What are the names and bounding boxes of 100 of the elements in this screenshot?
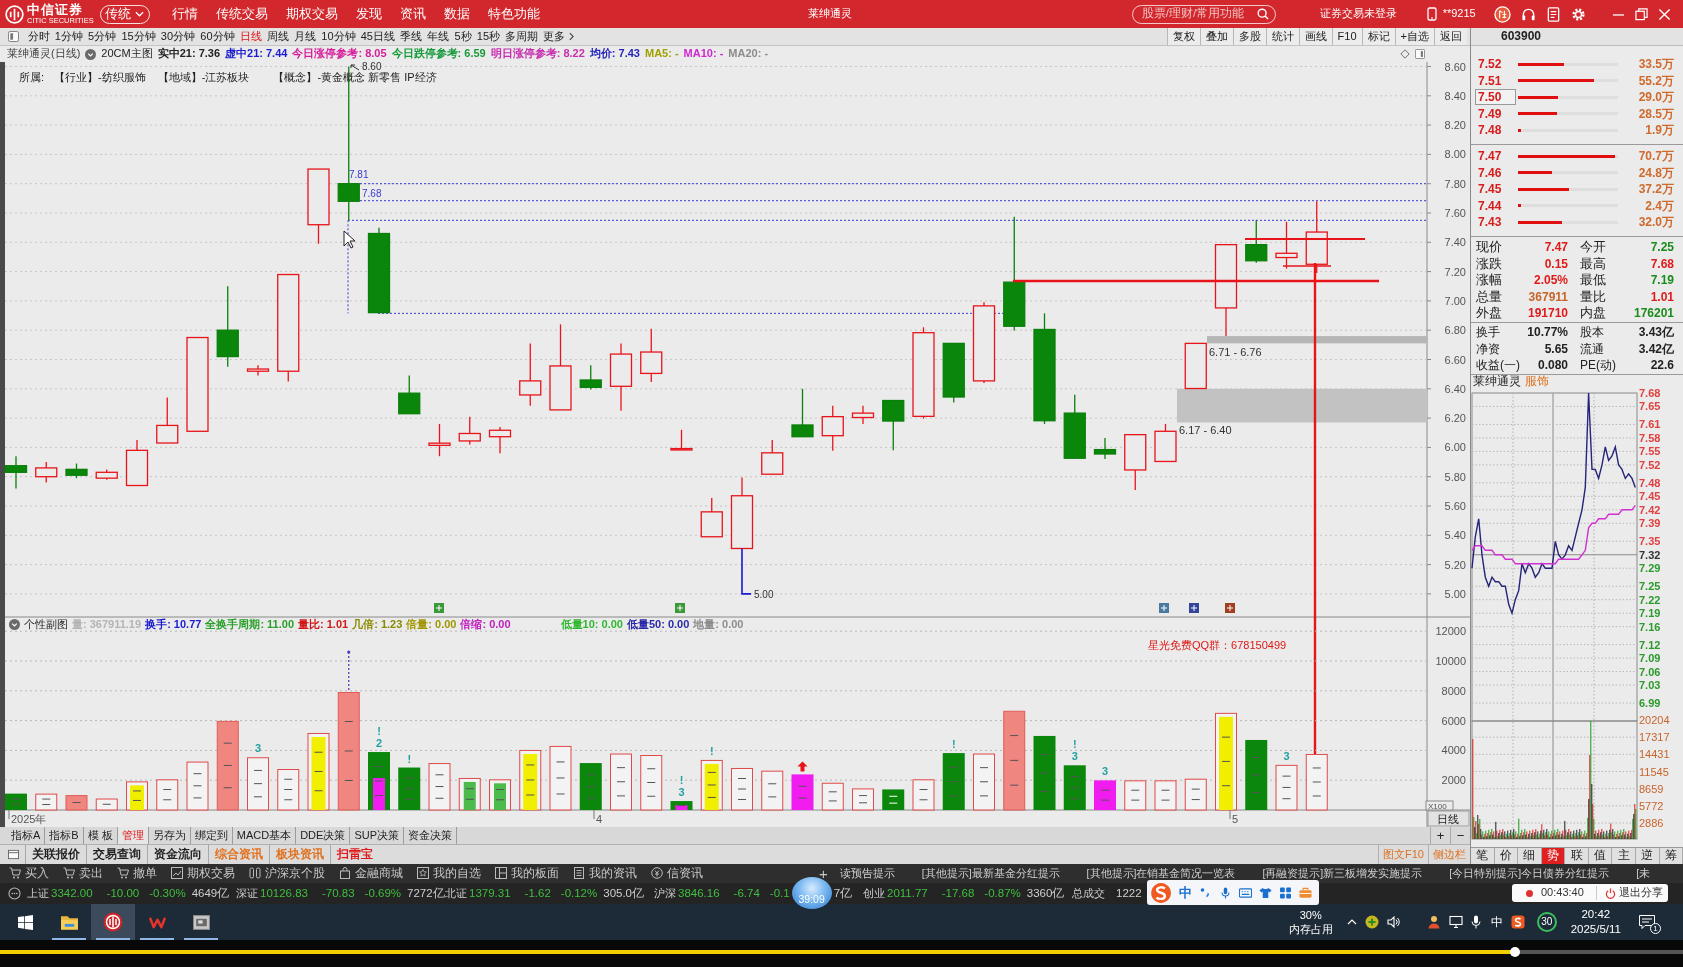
period-tab[interactable]: 60分钟 (197, 28, 238, 45)
menu-item[interactable]: 发现 (355, 6, 382, 22)
quick-action[interactable]: 期权交易 (171, 866, 235, 881)
ime-logo-icon[interactable] (1510, 915, 1525, 929)
stop-sharing-button[interactable]: 退出分享 (1595, 886, 1663, 900)
period-tab[interactable]: 5分钟 (85, 28, 119, 45)
headset-icon[interactable] (1520, 6, 1536, 22)
ask-price[interactable]: 7.49 (1475, 105, 1516, 122)
period-tab[interactable]: 30分钟 (158, 28, 198, 45)
notification-button[interactable]: 1 (1639, 913, 1657, 931)
chart-tool-button[interactable]: 返回 (1434, 28, 1467, 45)
menu-item[interactable]: 期权交易 (285, 6, 338, 22)
quick-action[interactable]: 我的板面 (495, 866, 559, 881)
period-tab[interactable]: 5秒 (451, 28, 475, 45)
chart-tool-button[interactable]: 画线 (1298, 28, 1332, 45)
index-name[interactable]: 北证 (445, 887, 467, 900)
period-tab[interactable]: 多周期 (502, 28, 541, 45)
sector-tag[interactable]: 【行业】-纺织服饰 (54, 71, 146, 85)
panel-icon[interactable] (8, 849, 19, 860)
news-item[interactable]: [未 (1636, 867, 1651, 880)
quick-action[interactable]: 我的自选 (417, 866, 481, 881)
tray-counter[interactable]: 30 (1536, 912, 1557, 932)
bid-price[interactable]: 7.46 (1475, 164, 1516, 181)
quick-action[interactable]: 我的资讯 (573, 866, 637, 881)
input-mode-toggle[interactable]: 中 (1179, 884, 1192, 901)
chart-tool-button[interactable]: 复权 (1166, 28, 1200, 45)
index-name[interactable]: 沪深 (654, 887, 676, 900)
event-marker-icon[interactable] (1225, 603, 1235, 613)
plus-circle-icon[interactable] (1364, 915, 1379, 929)
news-item[interactable]: 读预告提示 (839, 867, 895, 880)
chart-tool-button[interactable]: 多股 (1232, 28, 1266, 45)
event-marker-icon[interactable] (1189, 603, 1199, 613)
chevron-right-icon[interactable] (569, 32, 575, 41)
menu-item[interactable]: 行情 (171, 6, 198, 22)
period-tab[interactable]: 日线 (237, 28, 265, 45)
event-marker-icon[interactable] (1159, 603, 1169, 613)
quick-action[interactable]: 信资讯 (651, 866, 703, 881)
ask-price[interactable]: 7.51 (1475, 72, 1516, 89)
chart-tool-button[interactable]: F10 (1331, 28, 1362, 45)
bid-price[interactable]: 7.47 (1475, 148, 1516, 165)
phone-icon[interactable] (1426, 7, 1437, 21)
menu-item[interactable]: 资讯 (399, 6, 426, 22)
progress-handle[interactable] (1509, 947, 1520, 957)
menu-item[interactable]: 数据 (443, 6, 470, 22)
news-item[interactable]: [再融资提示]新三板增发实施提示 (1262, 867, 1423, 880)
dropdown-circle-icon[interactable] (9, 619, 20, 630)
quick-action[interactable]: 买入 (9, 866, 49, 881)
close-icon[interactable] (1657, 7, 1671, 21)
seal-icon[interactable] (1493, 5, 1511, 23)
settings-icon[interactable] (1570, 6, 1586, 22)
quick-action[interactable]: 金融商城 (339, 866, 403, 881)
taskbar-app[interactable] (91, 904, 135, 940)
menu-item[interactable]: 特色功能 (487, 6, 540, 22)
panel-icon[interactable] (1415, 49, 1425, 59)
menu-item[interactable]: 传统交易 (215, 6, 268, 22)
period-tab[interactable]: 周线 (264, 28, 292, 45)
chart-tool-button[interactable]: +自选 (1394, 28, 1434, 45)
bid-price[interactable]: 7.44 (1475, 197, 1516, 214)
punctuation-icon[interactable] (1199, 886, 1212, 899)
period-tab[interactable]: 季线 (397, 28, 425, 45)
chart-tool-button[interactable]: 标记 (1361, 28, 1395, 45)
ask-price[interactable]: 7.48 (1475, 122, 1516, 139)
period-tab[interactable]: 15分钟 (118, 28, 159, 45)
quick-action[interactable]: 卖出 (63, 866, 103, 881)
period-label[interactable]: 日线 (1427, 810, 1470, 827)
monitor-icon[interactable] (1448, 915, 1463, 929)
index-name[interactable]: 深证 (236, 887, 258, 900)
more-options-icon[interactable] (8, 887, 21, 900)
panel-toggle-icon[interactable] (8, 31, 19, 42)
ask-price[interactable]: 7.50 (1475, 89, 1516, 106)
quick-action[interactable]: 沪深京个股 (249, 866, 325, 881)
sector-tag[interactable]: 【地域】-江苏板块 (157, 71, 250, 85)
index-name[interactable]: 创业 (863, 887, 885, 900)
news-item[interactable]: [今日特别提示]今日债券分红提示 (1449, 867, 1610, 880)
indicator-tab[interactable]: 管理 (117, 827, 149, 844)
microphone-icon[interactable] (1470, 915, 1481, 929)
period-tab[interactable]: 15秒 (474, 28, 503, 45)
shirt-icon[interactable] (1259, 886, 1272, 899)
diamond-icon[interactable] (1400, 49, 1410, 59)
quick-action[interactable]: 撤单 (117, 866, 157, 881)
dropdown-circle-icon[interactable] (85, 48, 97, 60)
subchart-title[interactable]: 个性副图 (24, 617, 68, 632)
grid-icon[interactable] (1279, 886, 1292, 899)
period-tab[interactable]: 月线 (291, 28, 319, 45)
event-marker-icon[interactable] (675, 603, 685, 613)
period-tab[interactable]: 分时 (25, 28, 53, 45)
index-name[interactable]: 上证 (27, 887, 49, 900)
period-tab[interactable]: 年线 (424, 28, 452, 45)
restore-icon[interactable] (1634, 7, 1648, 21)
detail-tab[interactable]: 势 (1541, 848, 1566, 864)
bid-price[interactable]: 7.43 (1475, 214, 1516, 231)
login-status[interactable]: 证券交易未登录 (1319, 7, 1397, 21)
bid-price[interactable]: 7.45 (1475, 181, 1516, 198)
index-name[interactable]: 总成交 (1072, 887, 1105, 900)
ask-price[interactable]: 7.52 (1475, 56, 1516, 73)
period-tab[interactable]: 更多 (540, 28, 569, 45)
keyboard-icon[interactable] (1239, 886, 1252, 899)
document-icon[interactable] (1545, 6, 1561, 22)
chevron-up-icon[interactable] (1346, 919, 1357, 925)
news-item[interactable]: [其他提示]最新基金分红提示 (921, 867, 1060, 880)
